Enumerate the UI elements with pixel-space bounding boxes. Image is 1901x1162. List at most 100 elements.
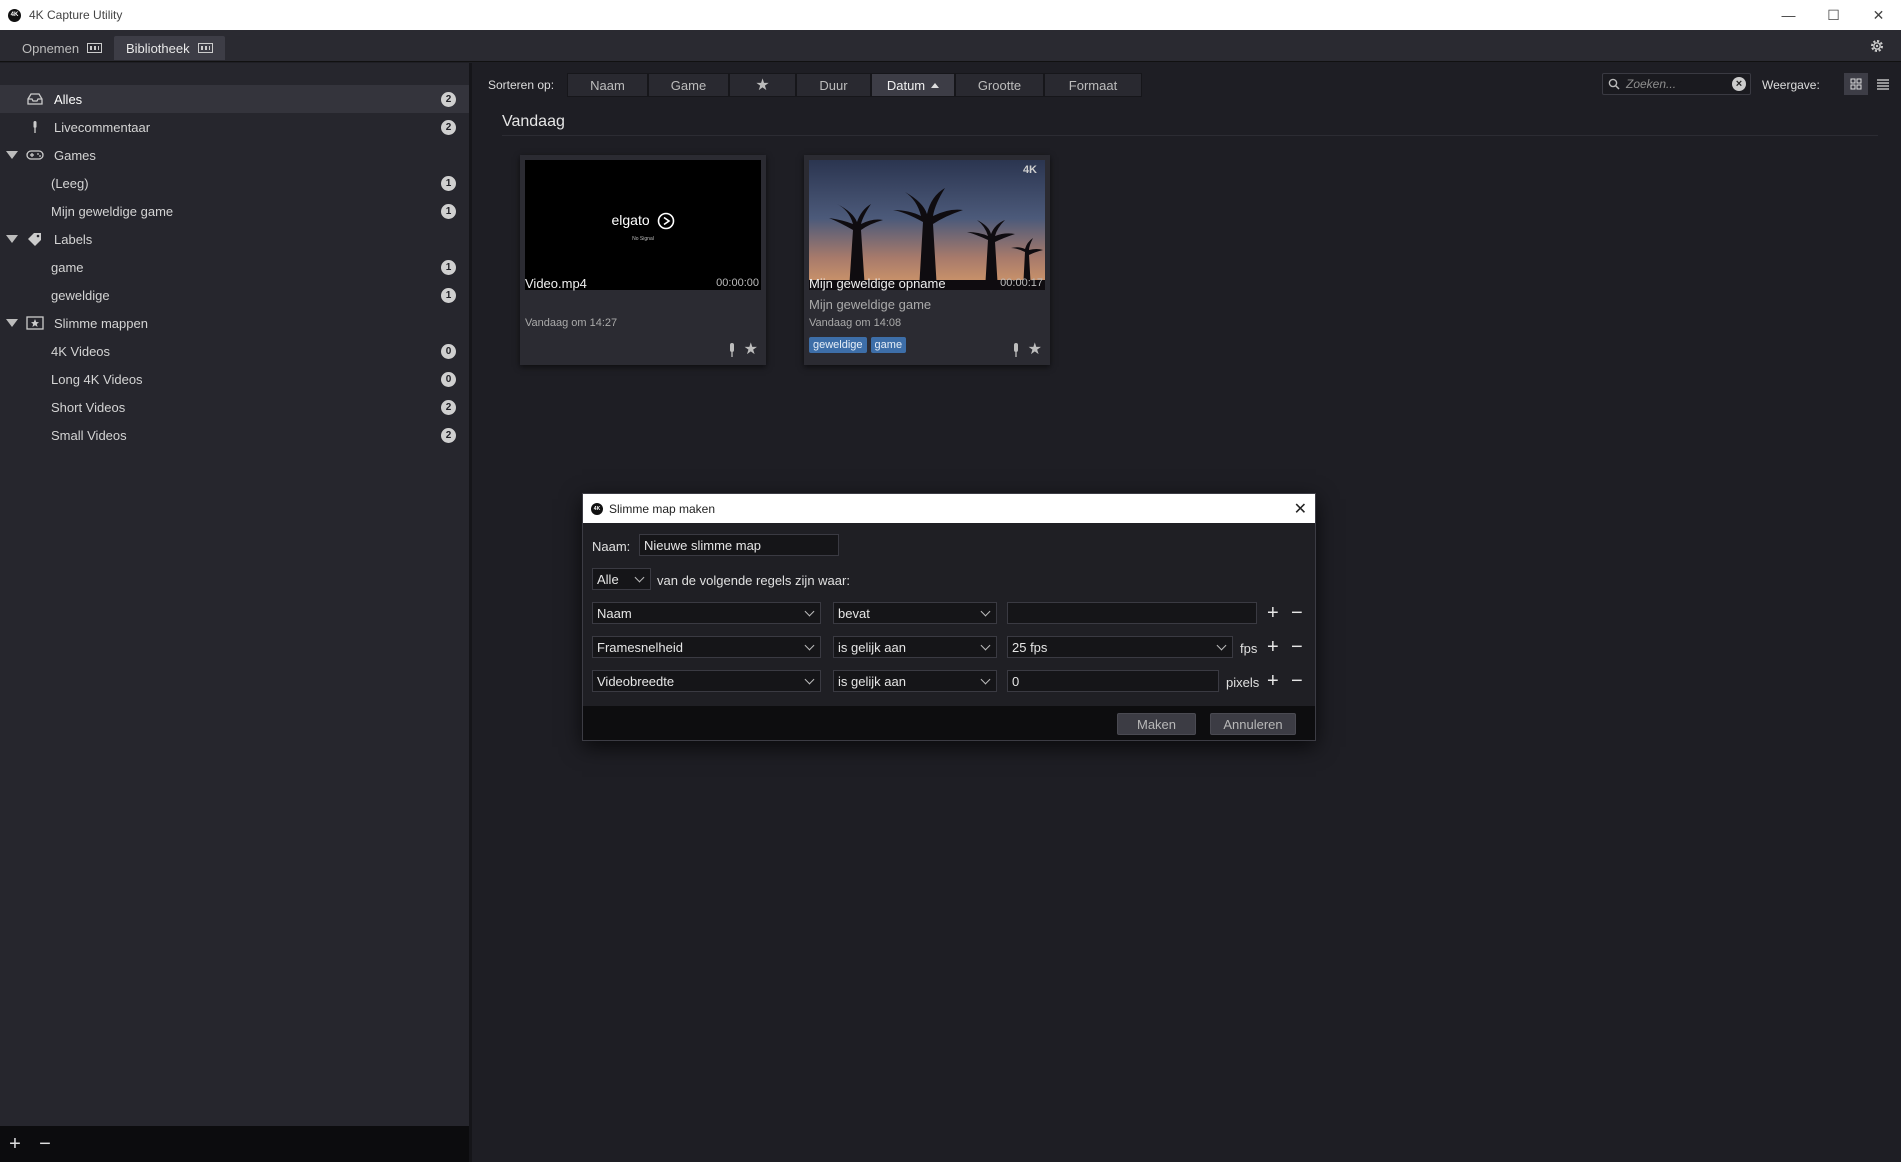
expand-arrow-icon[interactable] (6, 319, 18, 327)
elgato-logo: elgato (525, 212, 761, 230)
remove-folder-button[interactable]: − (30, 1129, 60, 1159)
close-window-icon[interactable]: ✕ (1856, 0, 1901, 30)
rule-value-select[interactable]: 25 fps (1007, 636, 1233, 658)
rule-field-value: Framesnelheid (597, 639, 683, 655)
rule-field-select[interactable]: Videobreedte (592, 670, 821, 692)
video-date: Vandaag om 14:27 (525, 317, 618, 329)
rule-operator-select[interactable]: bevat (833, 602, 997, 624)
favorite-star-icon[interactable]: ★ (744, 342, 758, 358)
sidebar-footer: + − (0, 1126, 469, 1162)
sidebar-group-labels[interactable]: Labels (0, 225, 469, 253)
count-badge: 1 (441, 287, 456, 303)
clear-search-icon[interactable]: × (1732, 77, 1746, 91)
sidebar-item-geweldige[interactable]: geweldige 1 (0, 281, 469, 309)
video-thumbnail[interactable]: 4K (809, 160, 1045, 290)
sidebar-item-short-videos[interactable]: Short Videos 2 (0, 393, 469, 421)
sort-grootte-button[interactable]: Grootte (955, 73, 1044, 97)
search-icon (1608, 78, 1620, 90)
tab-bibliotheek[interactable]: Bibliotheek (114, 36, 225, 60)
sidebar-group-label: Slimme mappen (54, 315, 148, 331)
sort-duur-button[interactable]: Duur (796, 73, 871, 97)
window-controls: — ☐ ✕ (1766, 0, 1901, 30)
count-badge: 2 (441, 119, 456, 135)
sort-label: Sorteren op: (488, 78, 555, 92)
sidebar-item-leeg[interactable]: (Leeg) 1 (0, 169, 469, 197)
sort-naam-button[interactable]: Naam (567, 73, 648, 97)
sidebar-item-4k-videos[interactable]: 4K Videos 0 (0, 337, 469, 365)
match-mode-select[interactable]: Alle (592, 568, 651, 590)
video-date: Vandaag om 14:08 (809, 317, 902, 329)
cancel-button[interactable]: Annuleren (1210, 713, 1296, 735)
gamepad-icon (26, 150, 44, 160)
4k-badge: 4K (1022, 164, 1037, 176)
gear-icon[interactable] (1869, 38, 1885, 54)
sidebar: Alles 2 Livecommentaar 2 Games (Leeg) 1 … (0, 63, 472, 1162)
sidebar-item-mijn-geweldige-game[interactable]: Mijn geweldige game 1 (0, 197, 469, 225)
sort-datum-button[interactable]: Datum (871, 73, 955, 97)
sidebar-item-alles[interactable]: Alles 2 (0, 85, 469, 113)
logo-text: elgato (611, 212, 650, 228)
sidebar-item-label: Livecommentaar (54, 119, 151, 135)
sidebar-item-livecommentaar[interactable]: Livecommentaar 2 (0, 113, 469, 141)
sidebar-item-small-videos[interactable]: Small Videos 2 (0, 421, 469, 449)
rule-value-input[interactable]: 0 (1007, 670, 1219, 692)
title-bar: 4K 4K Capture Utility — ☐ ✕ (0, 0, 1901, 30)
add-rule-button[interactable]: + (1267, 603, 1279, 623)
dialog-title: Slimme map maken (609, 501, 716, 516)
microphone-icon (1014, 343, 1018, 357)
smart-folder-icon (26, 316, 44, 330)
create-button[interactable]: Maken (1117, 713, 1196, 735)
add-rule-button[interactable]: + (1267, 637, 1279, 657)
search-input[interactable]: Zoeken... × (1602, 73, 1751, 95)
expand-arrow-icon[interactable] (6, 151, 18, 159)
search-placeholder: Zoeken... (1626, 77, 1677, 91)
folder-name-field[interactable]: Nieuwe slimme map (639, 534, 839, 556)
maximize-icon[interactable]: ☐ (1811, 0, 1856, 30)
sort-ascending-icon (931, 82, 940, 88)
sidebar-item-game[interactable]: game 1 (0, 253, 469, 281)
inbox-icon (27, 93, 43, 105)
sort-game-button[interactable]: Game (648, 73, 729, 97)
rule-operator-select[interactable]: is gelijk aan (833, 636, 997, 658)
baobab-thumbnail-image (809, 160, 1045, 290)
sidebar-group-slimme-mappen[interactable]: Slimme mappen (0, 309, 469, 337)
rule-field-value: Videobreedte (597, 673, 675, 689)
tag-badge[interactable]: geweldige (809, 337, 867, 353)
rule-field-value: Naam (597, 605, 632, 621)
sidebar-item-label: Alles (54, 91, 83, 107)
sidebar-item-label: Mijn geweldige game (51, 203, 174, 219)
video-card[interactable]: elgato No Signal Video.mp4 00:00:00 Vand… (520, 155, 766, 365)
chevron-down-icon (804, 606, 815, 617)
minimize-icon[interactable]: — (1766, 0, 1811, 30)
expand-arrow-icon[interactable] (6, 235, 18, 243)
sidebar-item-long-4k-videos[interactable]: Long 4K Videos 0 (0, 365, 469, 393)
add-rule-button[interactable]: + (1267, 671, 1279, 691)
chevron-down-icon (980, 606, 991, 617)
video-duration: 00:00:17 (1000, 277, 1043, 289)
rule-operator-select[interactable]: is gelijk aan (833, 670, 997, 692)
rule-value-input[interactable] (1007, 602, 1257, 624)
add-folder-button[interactable]: + (0, 1129, 30, 1159)
list-view-button[interactable] (1871, 73, 1895, 95)
favorite-star-icon[interactable]: ★ (1028, 342, 1042, 358)
remove-rule-button[interactable]: − (1291, 637, 1303, 657)
chevron-down-icon (980, 674, 991, 685)
video-card[interactable]: 4K Mijn geweldige opname 00:00:17 Mijn g… (804, 155, 1050, 365)
tag-badge[interactable]: game (870, 337, 907, 353)
count-badge: 2 (441, 427, 456, 443)
tab-opnemen[interactable]: Opnemen (10, 36, 114, 60)
grid-view-button[interactable] (1844, 73, 1868, 95)
rule-operator-value: is gelijk aan (838, 639, 906, 655)
close-icon[interactable]: ✕ (1294, 499, 1307, 519)
sort-formaat-button[interactable]: Formaat (1044, 73, 1142, 97)
video-game: Mijn geweldige game (809, 297, 932, 312)
rule-operator-value: is gelijk aan (838, 673, 906, 689)
video-thumbnail[interactable]: elgato No Signal (525, 160, 761, 290)
remove-rule-button[interactable]: − (1291, 671, 1303, 691)
rule-operator-value: bevat (838, 605, 870, 621)
rule-field-select[interactable]: Framesnelheid (592, 636, 821, 658)
rule-field-select[interactable]: Naam (592, 602, 821, 624)
remove-rule-button[interactable]: − (1291, 603, 1303, 623)
sidebar-group-games[interactable]: Games (0, 141, 469, 169)
sort-rating-button[interactable]: ★ (729, 73, 796, 97)
